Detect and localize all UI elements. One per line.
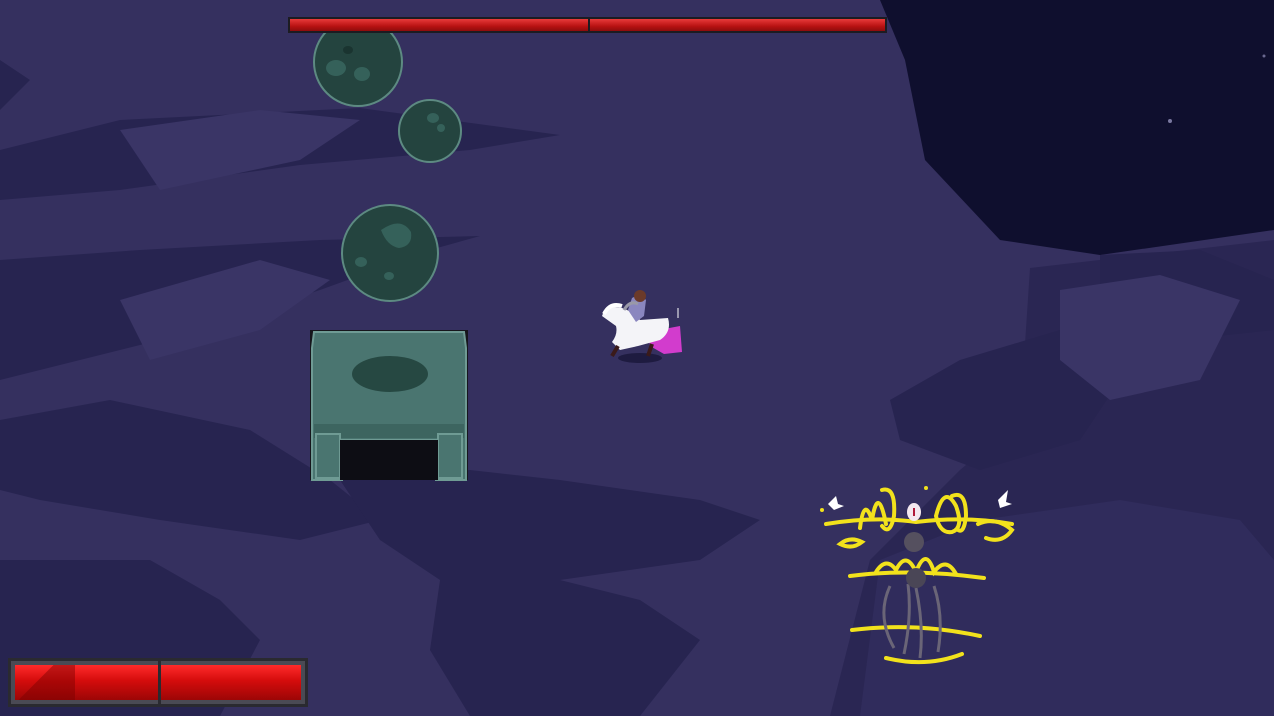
player-health-divider — [158, 658, 161, 707]
boss-enemy-icon[interactable] — [816, 476, 1022, 672]
player-health-bar — [8, 658, 308, 707]
player-hero-icon[interactable] — [594, 288, 690, 366]
boss-health-bar — [288, 17, 887, 33]
stone-shrine-icon — [310, 330, 468, 481]
boss-health-divider — [587, 17, 590, 33]
boulder-icon — [341, 204, 439, 302]
game-viewport[interactable] — [0, 0, 1274, 716]
boulder-icon — [398, 99, 462, 163]
player-health-shine — [15, 665, 75, 700]
